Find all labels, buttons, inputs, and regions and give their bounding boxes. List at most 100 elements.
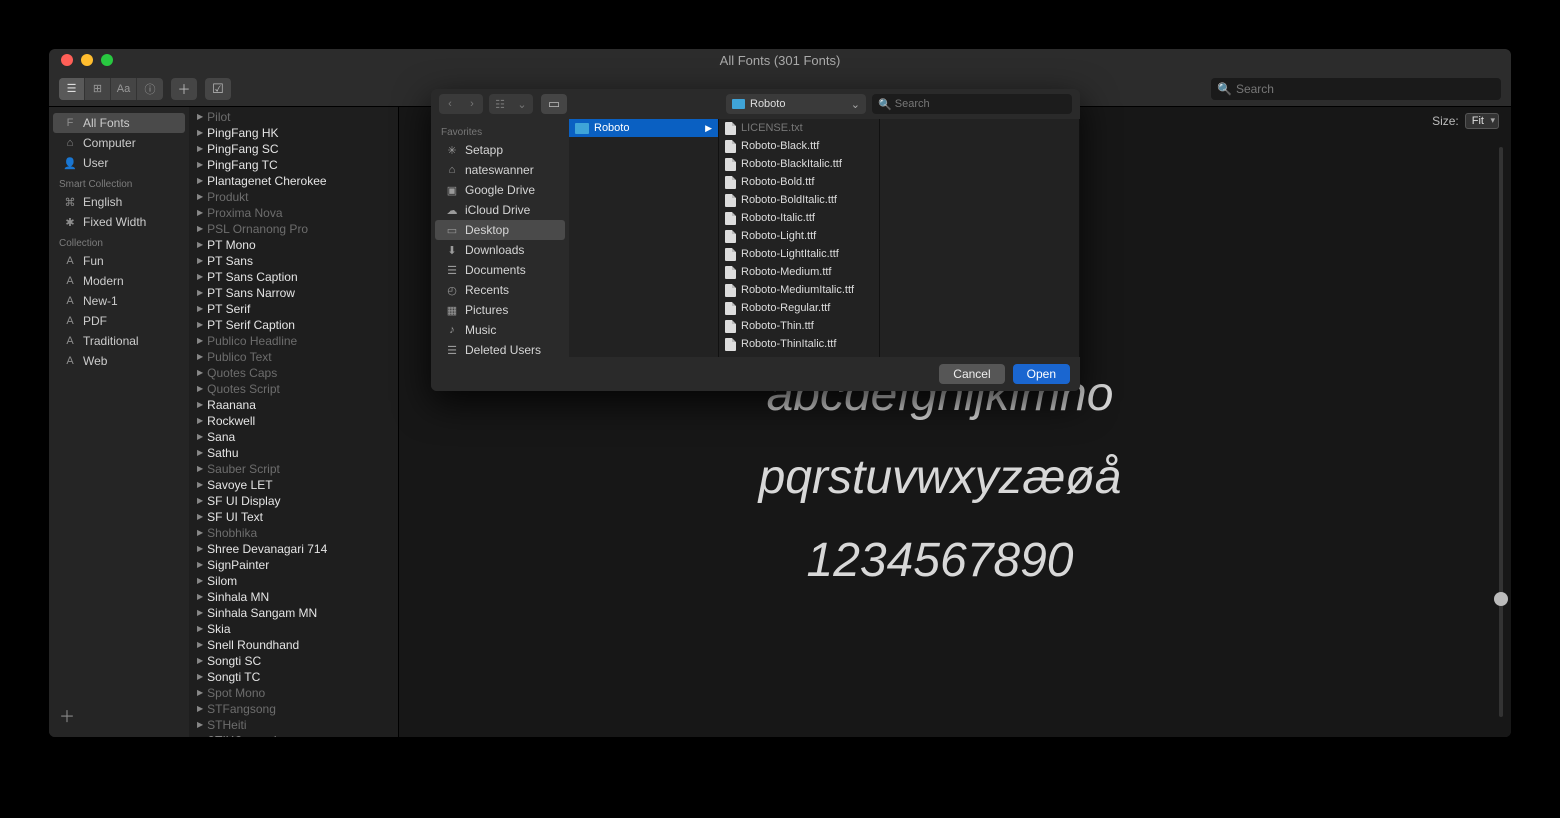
- font-family-item[interactable]: ▶Sathu: [189, 445, 398, 461]
- font-family-item[interactable]: ▶Rockwell: [189, 413, 398, 429]
- disclosure-icon[interactable]: ▶: [197, 158, 203, 172]
- path-selector[interactable]: Roboto: [726, 94, 866, 114]
- disclosure-icon[interactable]: ▶: [197, 286, 203, 300]
- repertoire-view-icon[interactable]: ⊞: [85, 78, 111, 100]
- disclosure-icon[interactable]: ▶: [197, 398, 203, 412]
- font-family-item[interactable]: ▶PingFang SC: [189, 141, 398, 157]
- file-item[interactable]: Roboto-Medium.ttf: [719, 263, 879, 281]
- favorites-item[interactable]: ✳Setapp: [435, 140, 565, 160]
- font-family-item[interactable]: ▶SignPainter: [189, 557, 398, 573]
- back-button[interactable]: ‹: [439, 94, 461, 114]
- file-item[interactable]: Roboto-BoldItalic.ttf: [719, 191, 879, 209]
- font-family-item[interactable]: ▶Proxima Nova: [189, 205, 398, 221]
- disclosure-icon[interactable]: ▶: [197, 638, 203, 652]
- disclosure-icon[interactable]: ▶: [197, 446, 203, 460]
- disclosure-icon[interactable]: ▶: [197, 494, 203, 508]
- font-family-item[interactable]: ▶Quotes Script: [189, 381, 398, 397]
- font-family-item[interactable]: ▶SF UI Display: [189, 493, 398, 509]
- sidebar-item[interactable]: FAll Fonts: [53, 113, 185, 133]
- file-item[interactable]: Roboto-Bold.ttf: [719, 173, 879, 191]
- column-1[interactable]: Roboto▶: [569, 119, 719, 357]
- font-family-item[interactable]: ▶PingFang TC: [189, 157, 398, 173]
- disclosure-icon[interactable]: ▶: [197, 238, 203, 252]
- font-family-item[interactable]: ▶Songti TC: [189, 669, 398, 685]
- sidebar-item[interactable]: APDF: [53, 311, 185, 331]
- cancel-button[interactable]: Cancel: [939, 364, 1004, 384]
- font-family-item[interactable]: ▶Publico Headline: [189, 333, 398, 349]
- disclosure-icon[interactable]: ▶: [197, 526, 203, 540]
- disclosure-icon[interactable]: ▶: [197, 270, 203, 284]
- disclosure-icon[interactable]: ▶: [197, 590, 203, 604]
- disclosure-icon[interactable]: ▶: [197, 206, 203, 220]
- search-field[interactable]: 🔍 Search: [1211, 78, 1501, 100]
- disclosure-icon[interactable]: ▶: [197, 222, 203, 236]
- font-family-item[interactable]: ▶Sinhala MN: [189, 589, 398, 605]
- disclosure-icon[interactable]: ▶: [197, 542, 203, 556]
- file-item[interactable]: Roboto-Italic.ttf: [719, 209, 879, 227]
- disclosure-icon[interactable]: ▶: [197, 686, 203, 700]
- font-family-item[interactable]: ▶Quotes Caps: [189, 365, 398, 381]
- sidebar-item[interactable]: ⌘English: [53, 192, 185, 212]
- font-family-item[interactable]: ▶Shobhika: [189, 525, 398, 541]
- disclosure-icon[interactable]: ▶: [197, 430, 203, 444]
- font-family-item[interactable]: ▶PT Mono: [189, 237, 398, 253]
- disclosure-icon[interactable]: ▶: [197, 414, 203, 428]
- file-item[interactable]: Roboto-ThinItalic.ttf: [719, 335, 879, 353]
- favorites-item[interactable]: ☁iCloud Drive: [435, 200, 565, 220]
- favorites-item[interactable]: ▭Desktop: [435, 220, 565, 240]
- view-chevron-icon[interactable]: ⌄: [511, 94, 533, 114]
- custom-view-icon[interactable]: Aa: [111, 78, 137, 100]
- disclosure-icon[interactable]: ▶: [197, 302, 203, 316]
- view-buttons[interactable]: ☷ ⌄: [489, 94, 533, 114]
- file-item[interactable]: Roboto-Black.ttf: [719, 137, 879, 155]
- sidebar-item[interactable]: AFun: [53, 251, 185, 271]
- disclosure-icon[interactable]: ▶: [197, 126, 203, 140]
- font-family-item[interactable]: ▶Sana: [189, 429, 398, 445]
- add-button[interactable]: ＋: [171, 78, 197, 100]
- forward-button[interactable]: ›: [461, 94, 483, 114]
- validate-button[interactable]: ☑: [205, 78, 231, 100]
- sidebar-item[interactable]: ✱Fixed Width: [53, 212, 185, 232]
- font-family-item[interactable]: ▶Raanana: [189, 397, 398, 413]
- font-family-item[interactable]: ▶Produkt: [189, 189, 398, 205]
- font-family-item[interactable]: ▶Skia: [189, 621, 398, 637]
- file-item[interactable]: Roboto-LightItalic.ttf: [719, 245, 879, 263]
- sample-view-icon[interactable]: ☰: [59, 78, 85, 100]
- font-family-item[interactable]: ▶STIXGeneral: [189, 733, 398, 737]
- disclosure-icon[interactable]: ▶: [197, 478, 203, 492]
- font-family-item[interactable]: ▶PT Sans Narrow: [189, 285, 398, 301]
- sidebar-item[interactable]: ANew-1: [53, 291, 185, 311]
- disclosure-icon[interactable]: ▶: [197, 622, 203, 636]
- font-family-item[interactable]: ▶Shree Devanagari 714: [189, 541, 398, 557]
- font-family-item[interactable]: ▶PT Serif: [189, 301, 398, 317]
- font-family-item[interactable]: ▶PingFang HK: [189, 125, 398, 141]
- font-family-item[interactable]: ▶SF UI Text: [189, 509, 398, 525]
- add-collection-button[interactable]: ＋: [59, 703, 75, 727]
- disclosure-icon[interactable]: ▶: [197, 462, 203, 476]
- font-family-item[interactable]: ▶Sinhala Sangam MN: [189, 605, 398, 621]
- open-button[interactable]: Open: [1013, 364, 1070, 384]
- favorites-item[interactable]: ⬇Downloads: [435, 240, 565, 260]
- favorites-item[interactable]: ▣Google Drive: [435, 180, 565, 200]
- font-family-item[interactable]: ▶Pilot: [189, 109, 398, 125]
- disclosure-icon[interactable]: ▶: [197, 382, 203, 396]
- favorites-item[interactable]: ▦Pictures: [435, 300, 565, 320]
- disclosure-icon[interactable]: ▶: [197, 606, 203, 620]
- font-family-item[interactable]: ▶Savoye LET: [189, 477, 398, 493]
- font-family-item[interactable]: ▶PSL Ornanong Pro: [189, 221, 398, 237]
- disclosure-icon[interactable]: ▶: [197, 318, 203, 332]
- file-item[interactable]: Roboto-BlackItalic.ttf: [719, 155, 879, 173]
- slider-knob[interactable]: [1494, 592, 1508, 606]
- file-item[interactable]: Roboto▶: [569, 119, 718, 137]
- sidebar-item[interactable]: AModern: [53, 271, 185, 291]
- font-family-item[interactable]: ▶PT Serif Caption: [189, 317, 398, 333]
- disclosure-icon[interactable]: ▶: [197, 510, 203, 524]
- font-family-item[interactable]: ▶Spot Mono: [189, 685, 398, 701]
- view-mode-segment[interactable]: ☰ ⊞ Aa ⓘ: [59, 78, 163, 100]
- size-slider[interactable]: [1499, 147, 1503, 717]
- font-family-item[interactable]: ▶PT Sans Caption: [189, 269, 398, 285]
- disclosure-icon[interactable]: ▶: [197, 110, 203, 124]
- disclosure-icon[interactable]: ▶: [197, 334, 203, 348]
- favorites-item[interactable]: ☰Deleted Users: [435, 340, 565, 357]
- disclosure-icon[interactable]: ▶: [197, 350, 203, 364]
